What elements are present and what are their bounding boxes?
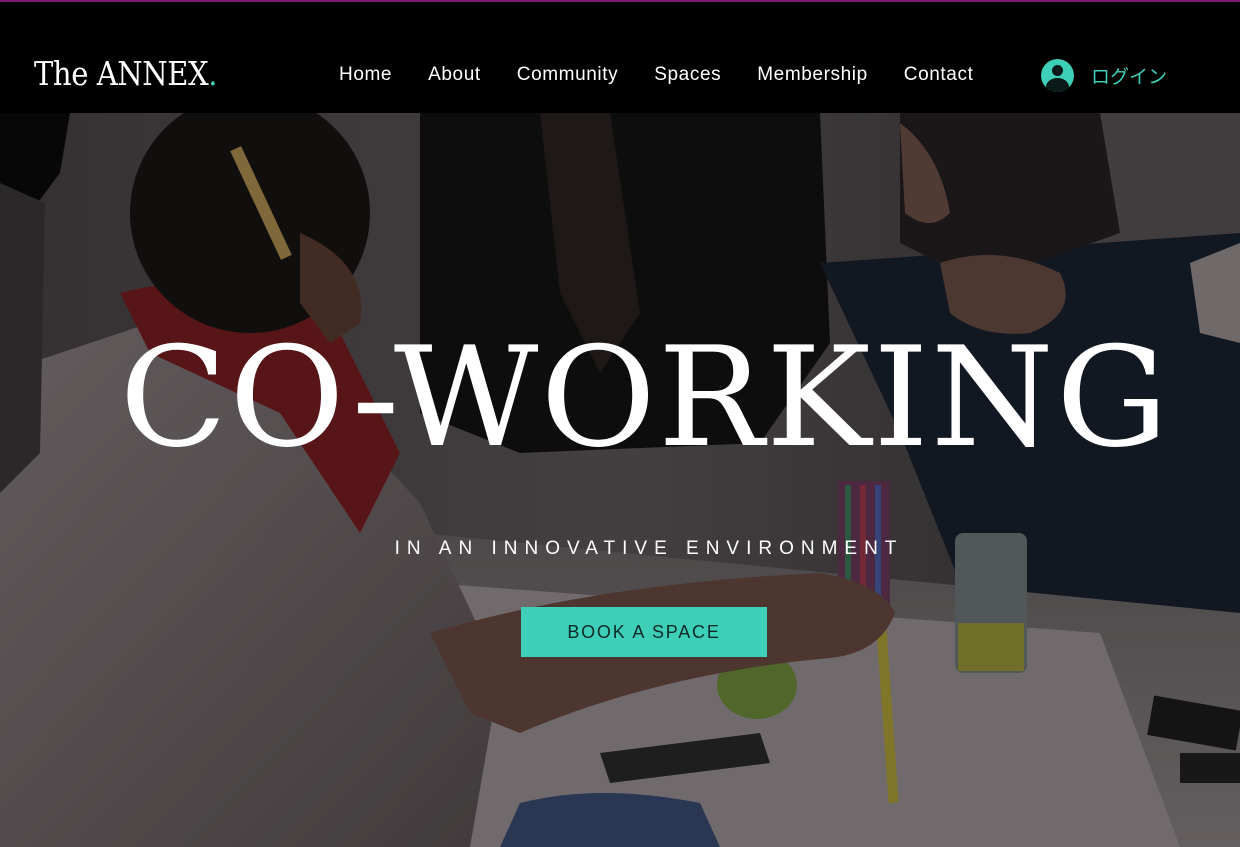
site-header: The ANNEX. Home About Community Spaces M… xyxy=(0,2,1240,113)
nav-item-membership[interactable]: Membership xyxy=(739,64,886,86)
hero-subtitle: IN AN INNOVATIVE ENVIRONMENT xyxy=(394,538,904,559)
main-nav: Home About Community Spaces Membership C… xyxy=(321,62,991,88)
hero-dark-overlay xyxy=(0,113,1240,847)
hero-title: CO-WORKING xyxy=(119,317,1171,478)
nav-item-about[interactable]: About xyxy=(410,64,499,86)
book-space-button[interactable]: BOOK A SPACE xyxy=(521,607,767,657)
nav-item-contact[interactable]: Contact xyxy=(886,64,992,86)
nav-item-spaces[interactable]: Spaces xyxy=(636,64,739,86)
login-button[interactable]: ログイン xyxy=(1041,58,1167,92)
nav-item-community[interactable]: Community xyxy=(499,64,636,86)
site-logo[interactable]: The ANNEX. xyxy=(34,54,217,94)
page: The ANNEX. Home About Community Spaces M… xyxy=(0,0,1240,847)
login-label: ログイン xyxy=(1091,65,1168,88)
user-avatar-icon xyxy=(1041,58,1074,92)
hero-section: CO-WORKING IN AN INNOVATIVE ENVIRONMENT … xyxy=(0,113,1240,847)
logo-text: The ANNEX xyxy=(34,54,209,93)
logo-dot: . xyxy=(208,54,217,93)
nav-item-home[interactable]: Home xyxy=(321,64,410,86)
top-accent-bar xyxy=(0,0,1240,2)
